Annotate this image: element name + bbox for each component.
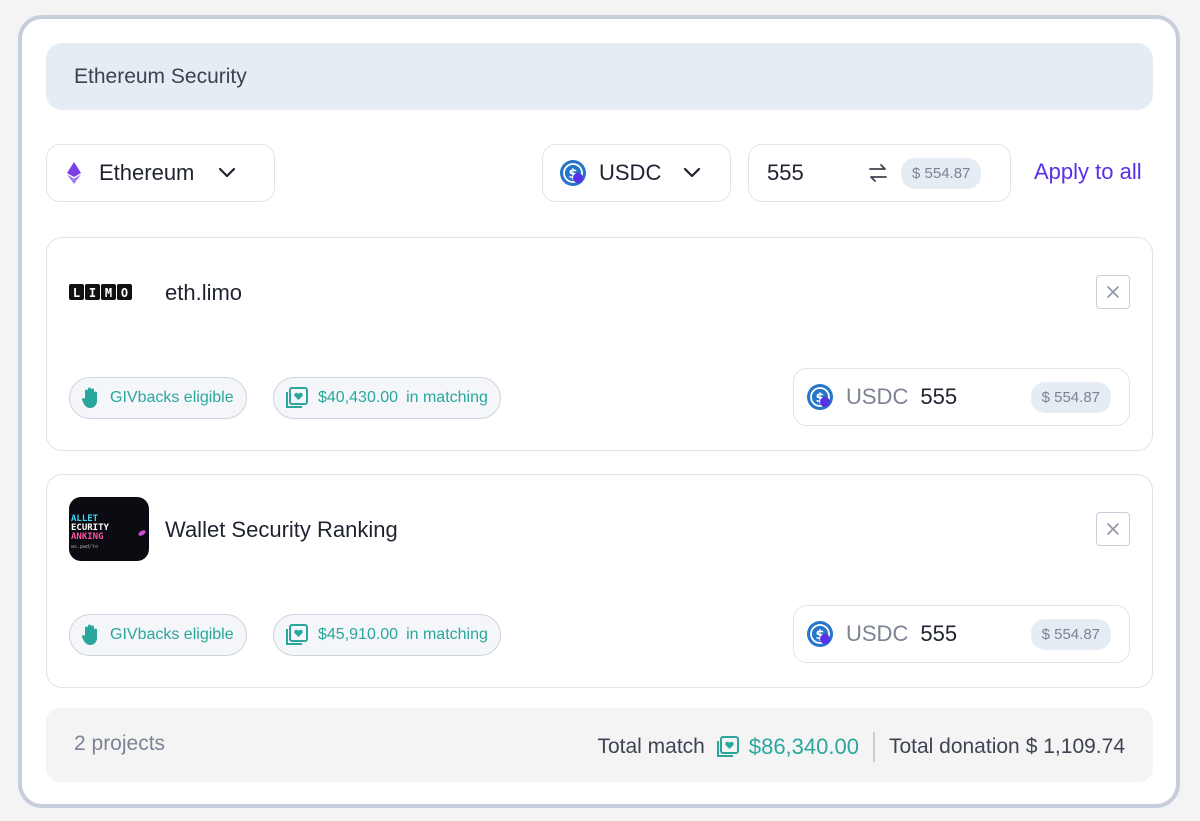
logo-letter: O [121,286,128,300]
token-selector[interactable]: $ USDC [542,144,731,202]
global-amount-value[interactable]: 555 [767,160,867,186]
matching-amount: $40,430.00 [318,389,399,406]
usdc-icon: $ [806,620,834,648]
donation-amount-input[interactable]: $ USDC 555 $ 554.87 [793,605,1130,663]
close-icon [1107,286,1119,298]
project-logo: ALLET ECURITY ANKING ws.pwd/to [69,497,149,561]
network-selector[interactable]: Ethereum [46,144,275,202]
usdc-icon: $ [559,159,587,187]
project-card: ALLET ECURITY ANKING ws.pwd/to Wallet Se… [46,474,1153,688]
matching-icon [284,623,310,647]
divider [872,732,875,762]
matching-icon [284,386,310,410]
donation-token: USDC [846,384,909,409]
total-donation-value: $ 1,109.74 [1025,735,1125,758]
givbacks-label: GIVbacks eligible [110,626,234,643]
givbacks-label: GIVbacks eligible [110,389,234,406]
remove-project-button[interactable] [1096,512,1130,546]
category-title: Ethereum Security [74,64,247,88]
matching-icon [715,735,741,759]
svg-text:ws.pwd/to: ws.pwd/to [71,544,98,550]
project-count: 2 projects [74,732,166,755]
category-header: Ethereum Security [46,43,1153,110]
matching-suffix: in matching [406,626,488,643]
swap-icon[interactable] [867,163,889,183]
cart-summary-footer: 2 projects Total match $86,340.00 Total … [46,708,1153,782]
donation-amount[interactable]: 555 [920,384,1020,410]
donation-amount-input[interactable]: $ USDC 555 $ 554.87 [793,368,1130,426]
network-label: Ethereum [99,160,195,185]
usdc-icon: $ [806,383,834,411]
project-name[interactable]: eth.limo [165,280,242,306]
total-match-value: $86,340.00 [748,734,859,759]
logo-letter: I [89,286,96,300]
matching-amount: $45,910.00 [318,626,399,643]
global-amount-input[interactable]: 555 $ 554.87 [748,144,1011,202]
matching-suffix: in matching [406,389,488,406]
donation-cart-card: Ethereum Security Ethereum $ USDC 555 $ … [18,15,1180,808]
project-logo: L IMO [69,260,149,324]
remove-project-button[interactable] [1096,275,1130,309]
donation-usd-chip: $ 554.87 [1030,618,1111,650]
total-donation-label: Total donation [888,735,1020,758]
givbacks-hand-icon [80,623,102,647]
chevron-down-icon [683,167,701,179]
ethereum-icon [67,162,81,184]
matching-badge: $40,430.00 in matching [273,377,501,419]
donation-usd-chip: $ 554.87 [1030,381,1111,413]
apply-to-all-link[interactable]: Apply to all [1034,159,1142,185]
svg-text:ANKING: ANKING [71,532,104,542]
donation-amount[interactable]: 555 [920,621,1020,647]
logo-letter: L [73,286,80,300]
total-match-label: Total match [597,735,705,758]
matching-badge: $45,910.00 in matching [273,614,501,656]
close-icon [1107,523,1119,535]
token-label: USDC [599,160,662,185]
global-usd-chip: $ 554.87 [901,157,982,189]
totals: Total match $86,340.00 Total donation $ … [597,732,1125,762]
givbacks-hand-icon [80,386,102,410]
givbacks-badge: GIVbacks eligible [69,614,247,656]
logo-letter: M [105,286,112,300]
chevron-down-icon [218,167,236,179]
project-card: L IMO eth.limo GIVbacks eligible $40,430… [46,237,1153,451]
donation-token: USDC [846,621,909,646]
givbacks-badge: GIVbacks eligible [69,377,247,419]
project-name[interactable]: Wallet Security Ranking [165,517,398,543]
